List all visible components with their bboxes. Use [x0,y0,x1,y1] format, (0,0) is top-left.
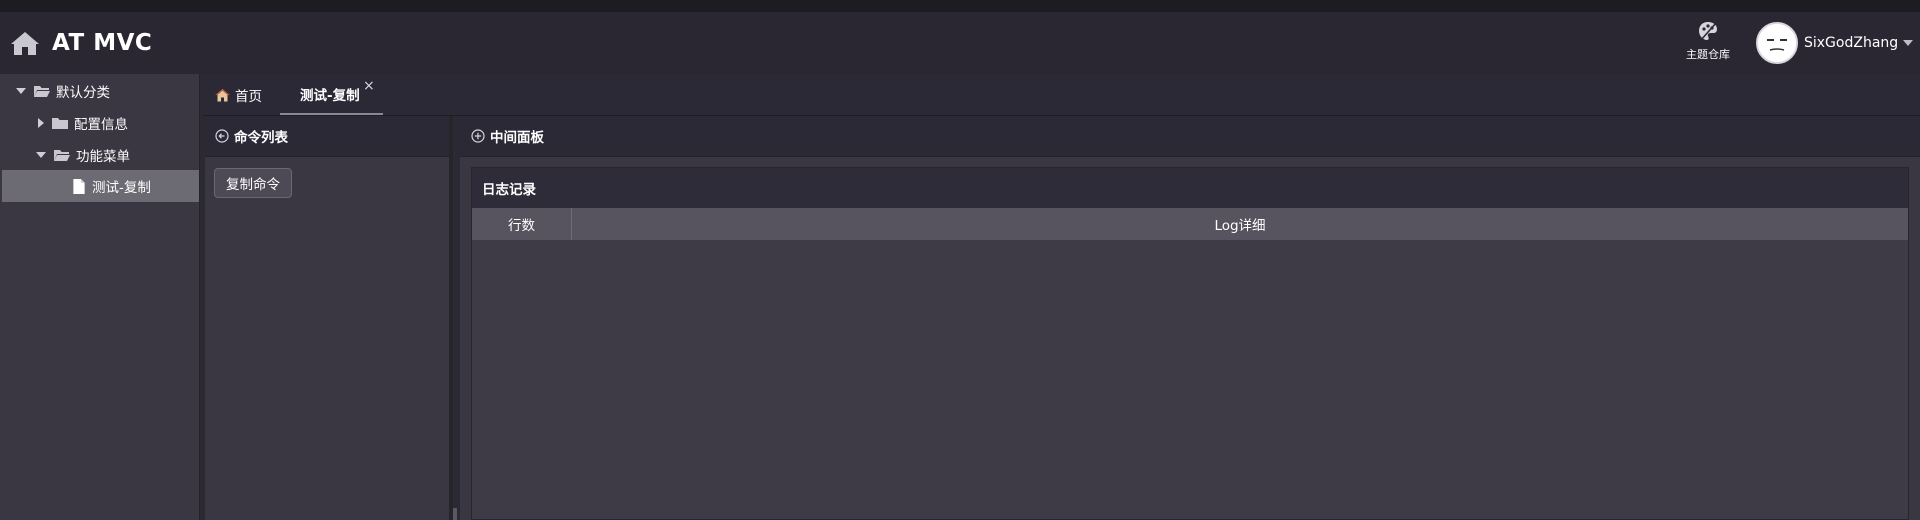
caret-down-icon[interactable] [36,152,46,158]
panel-header[interactable]: 命令列表 [205,116,449,157]
log-title: 日志记录 [472,168,1908,208]
tree-item-label: 默认分类 [56,85,110,101]
panel-header[interactable]: 中间面板 [460,116,1920,157]
caret-right-icon[interactable] [38,118,44,128]
app-title: AT MVC [52,30,153,56]
theme-repository-label: 主题仓库 [1686,48,1730,61]
folder-open-icon [54,149,70,161]
theme-repository-button[interactable]: 主题仓库 [1678,18,1738,68]
copy-command-button[interactable]: 复制命令 [214,168,292,198]
avatar-face-icon [1758,24,1796,62]
palette-icon [1699,22,1717,41]
folder-open-icon [34,85,50,97]
command-list-panel: 命令列表 复制命令 [205,116,453,520]
avatar[interactable] [1756,22,1798,64]
tab-bar: 首页 测试-复制 [203,74,1920,116]
middle-panel: 中间面板 日志记录 行数 Log详细 [460,116,1920,520]
close-icon[interactable]: × [363,78,375,94]
user-menu[interactable]: SixGodZhang [1756,18,1914,68]
folder-icon [52,117,68,129]
column-header-line-count[interactable]: 行数 [472,208,572,240]
app-header: AT MVC 主题仓库 SixGodZhang [0,12,1920,74]
panel-title: 命令列表 [234,130,288,146]
arrow-left-circle-icon[interactable] [215,129,229,143]
home-icon [215,88,230,101]
file-icon [73,178,85,194]
caret-down-icon[interactable] [16,88,26,94]
tab-home[interactable]: 首页 [215,74,262,115]
plus-circle-icon[interactable] [471,129,485,143]
tree-item-config-info[interactable]: 配置信息 [38,108,128,138]
splitter-handle[interactable] [453,508,457,520]
tree-item-function-menu[interactable]: 功能菜单 [36,140,130,170]
log-table-header: 行数 Log详细 [472,208,1908,240]
brand[interactable]: AT MVC [10,26,152,60]
sidebar-tree: 默认分类 配置信息 功能菜单 测试-复制 [0,74,200,520]
home-icon [11,32,39,55]
panel-title: 中间面板 [490,130,544,146]
tab-label: 测试-复制 [300,87,360,104]
tree-item-default-category[interactable]: 默认分类 [16,76,110,106]
chevron-down-icon[interactable] [1903,40,1914,46]
tree-item-label: 功能菜单 [76,149,130,165]
tree-item-label: 配置信息 [74,117,128,133]
log-box: 日志记录 行数 Log详细 [471,167,1909,520]
tree-item-label: 测试-复制 [92,180,151,196]
username: SixGodZhang [1804,35,1899,51]
column-header-log-detail[interactable]: Log详细 [572,208,1908,240]
tab-label: 首页 [235,88,262,105]
tree-item-test-copy[interactable]: 测试-复制 [2,170,199,202]
